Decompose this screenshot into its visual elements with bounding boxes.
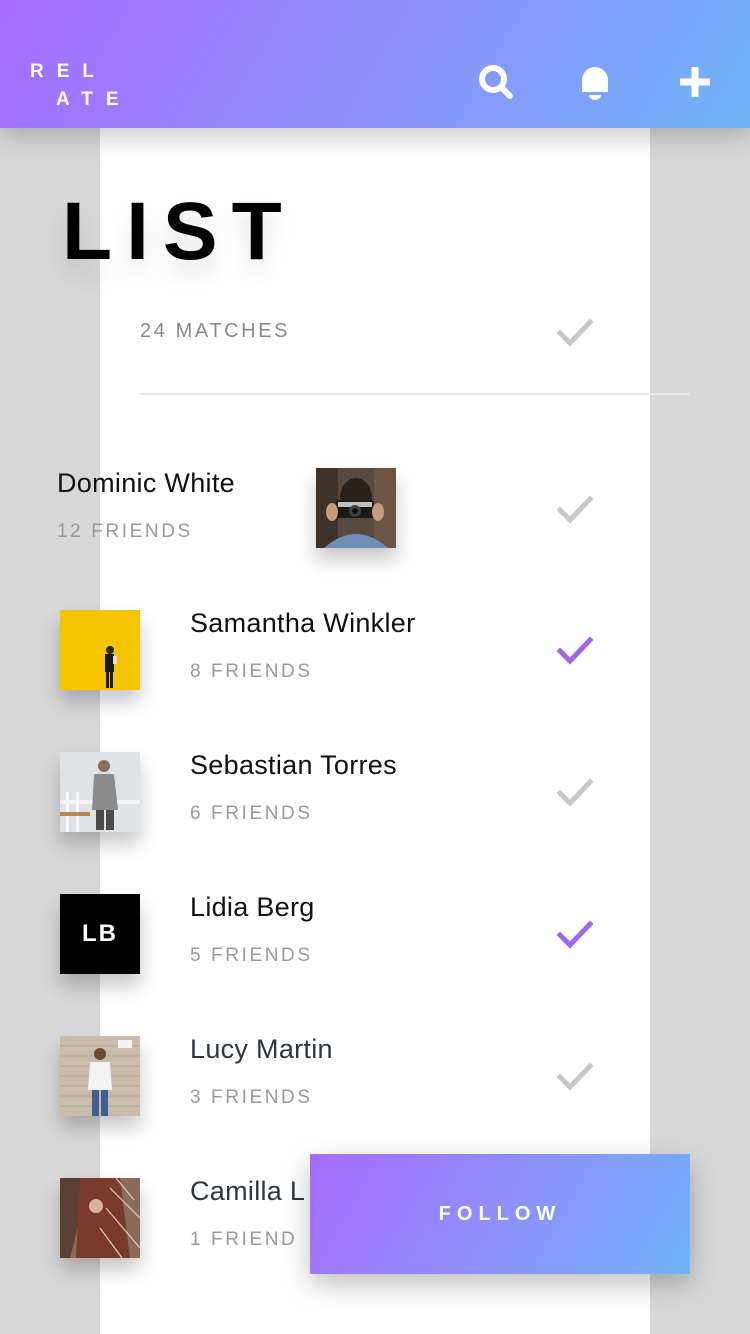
plus-icon[interactable]	[673, 60, 717, 104]
friends-count: 12 FRIENDS	[57, 521, 193, 542]
friends-count: 6 FRIENDS	[190, 803, 313, 824]
person-name: Lidia Berg	[190, 892, 315, 922]
search-icon[interactable]	[474, 60, 518, 104]
check-icon[interactable]	[557, 920, 593, 950]
check-icon[interactable]	[557, 1062, 593, 1092]
check-icon[interactable]	[557, 636, 593, 666]
logo-line-2: ATE	[56, 89, 132, 110]
check-icon[interactable]	[557, 495, 593, 525]
divider	[140, 393, 690, 395]
app-logo[interactable]: REL ATE	[30, 58, 132, 114]
page-title: LIST	[62, 186, 296, 277]
app-header: REL ATE	[0, 0, 750, 128]
logo-line-1: REL	[30, 61, 107, 82]
friends-count: 3 FRIENDS	[190, 1087, 313, 1108]
friends-count: 5 FRIENDS	[190, 945, 313, 966]
check-icon[interactable]	[557, 778, 593, 808]
avatar	[60, 1178, 140, 1258]
person-name: Sebastian Torres	[190, 750, 397, 780]
check-all-icon[interactable]	[557, 318, 593, 348]
avatar	[316, 468, 396, 548]
person-name: Lucy Martin	[190, 1034, 333, 1064]
friends-count: 8 FRIENDS	[190, 661, 313, 682]
avatar-initials-text: LB	[82, 920, 118, 947]
person-name: Dominic White	[57, 468, 235, 498]
avatar	[60, 752, 140, 832]
person-name: Samantha Winkler	[190, 608, 416, 638]
bell-icon[interactable]	[573, 60, 617, 104]
avatar-initials: LB	[60, 894, 140, 974]
matches-count: 24 MATCHES	[140, 320, 291, 342]
avatar	[60, 1036, 140, 1116]
friends-count: 1 FRIEND	[190, 1229, 298, 1250]
person-name: Camilla L	[190, 1176, 306, 1206]
follow-button[interactable]: FOLLOW	[310, 1154, 690, 1274]
avatar	[60, 610, 140, 690]
